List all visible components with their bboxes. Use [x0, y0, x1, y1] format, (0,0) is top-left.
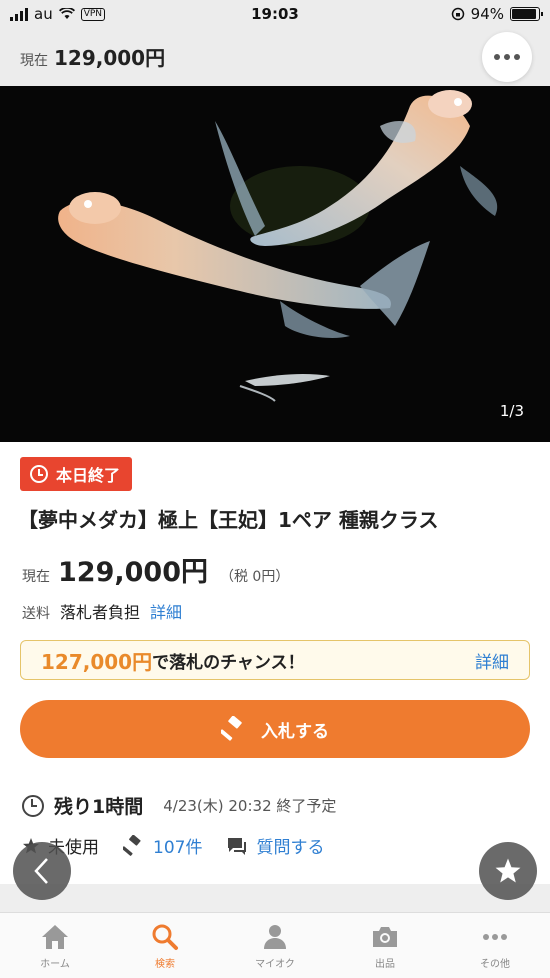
more-dots-icon — [494, 54, 500, 60]
tab-sell[interactable]: 出品 — [330, 913, 440, 978]
bid-button-label: 入札する — [261, 721, 329, 742]
remaining-label: 残り1時間 — [54, 796, 144, 818]
home-icon — [42, 925, 68, 949]
gavel-icon — [123, 834, 141, 856]
tax-label: （税 0円） — [219, 569, 290, 585]
bottom-tab-bar: ホーム 検索 マイオク 出品 その他 — [0, 912, 550, 978]
chat-icon — [228, 837, 247, 855]
chance-banner[interactable]: 127,000円 で落札のチャンス！ 詳細 — [20, 640, 530, 680]
watchlist-button[interactable] — [479, 842, 537, 900]
clock-icon — [30, 465, 48, 483]
gavel-icon — [221, 716, 242, 741]
tab-my-auction-label: マイオク — [255, 959, 295, 970]
photo-counter: 1/3 — [499, 402, 524, 420]
bid-count-link[interactable]: 107件 — [153, 833, 202, 858]
star-icon — [495, 858, 521, 883]
camera-icon — [373, 927, 397, 947]
tab-other-label: その他 — [480, 959, 510, 970]
tab-search[interactable]: 検索 — [110, 913, 220, 978]
shipping-row: 送料 落札者負担 詳細 — [22, 599, 182, 623]
bid-count-item[interactable]: 107件 — [123, 833, 202, 858]
remaining-time: 残り1時間 4/23(木) 20:32 終了予定 — [22, 792, 336, 819]
more-dot — [514, 54, 520, 60]
section-divider — [0, 884, 550, 912]
orientation-lock-icon — [451, 7, 464, 21]
current-price-value: 129,000円 — [58, 557, 208, 588]
tab-sell-label: 出品 — [375, 959, 395, 970]
person-icon — [264, 925, 286, 949]
end-today-label: 本日終了 — [56, 466, 121, 485]
clock-icon — [22, 794, 44, 817]
end-time-label: 4/23(木) 20:32 終了予定 — [163, 797, 337, 815]
shipping-label: 送料 — [22, 606, 50, 622]
chevron-left-icon — [34, 858, 48, 884]
end-today-badge: 本日終了 — [20, 457, 133, 491]
header-price-value: 129,000円 — [54, 46, 166, 70]
status-bar: au VPN 19:03 94% — [0, 0, 550, 30]
listing-title: 【夢中メダカ】極上【王妃】1ペア 種親クラス — [18, 508, 439, 532]
tab-home-label: ホーム — [40, 959, 70, 970]
chance-detail-link[interactable]: 詳細 — [475, 648, 509, 673]
tab-search-label: 検索 — [155, 959, 175, 970]
battery-icon — [510, 7, 543, 21]
current-price-label: 現在 — [22, 569, 50, 585]
more-dot — [504, 54, 510, 60]
bid-button[interactable]: 入札する — [20, 700, 530, 758]
search-icon — [152, 924, 178, 950]
more-icon — [483, 934, 507, 940]
meta-row: 未使用 107件 質問する — [22, 833, 340, 858]
tab-other[interactable]: その他 — [440, 913, 550, 978]
question-item[interactable]: 質問する — [226, 833, 324, 858]
fish-photo-image — [0, 86, 550, 442]
header-price: 現在 129,000円 — [20, 42, 165, 71]
shipping-value: 落札者負担 — [60, 603, 141, 622]
back-button[interactable] — [13, 842, 71, 900]
tab-home[interactable]: ホーム — [0, 913, 110, 978]
listing-photo[interactable]: 1/3 — [0, 86, 550, 442]
chance-amount: 127,000円 — [41, 649, 153, 674]
battery-percent: 94% — [470, 5, 504, 23]
shipping-detail-link[interactable]: 詳細 — [150, 599, 182, 623]
question-link[interactable]: 質問する — [256, 833, 324, 858]
tab-my-auction[interactable]: マイオク — [220, 913, 330, 978]
chance-text: で落札のチャンス！ — [152, 652, 305, 673]
header-price-label: 現在 — [20, 53, 48, 69]
more-menu-button[interactable] — [482, 32, 532, 82]
current-price: 現在 129,000円 （税 0円） — [22, 550, 289, 589]
